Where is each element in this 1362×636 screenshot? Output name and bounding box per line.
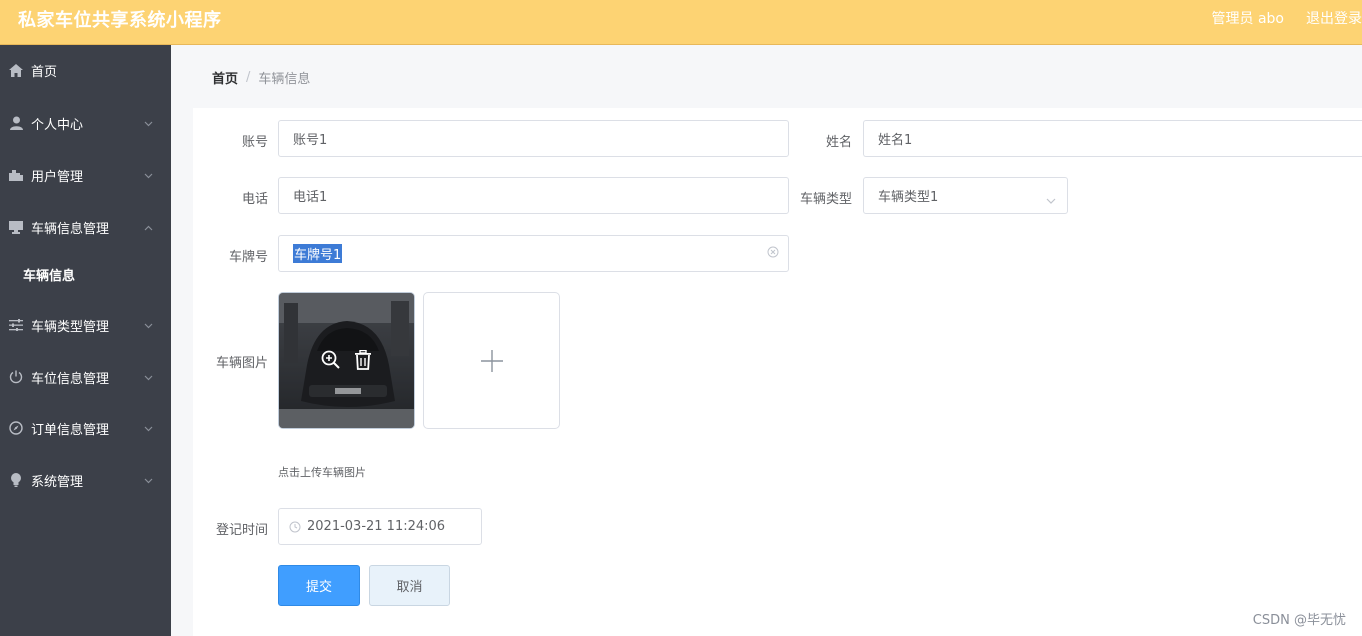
plate-label: 车牌号 — [228, 250, 268, 265]
account-label: 账号 — [241, 135, 268, 150]
chevron-up-icon — [144, 220, 153, 235]
cancel-button[interactable]: 取消 — [369, 565, 450, 606]
name-label: 姓名 — [825, 135, 852, 150]
sidebar-item-vehicle-info-management[interactable]: 车辆信息管理 — [0, 207, 171, 247]
chevron-down-icon — [144, 318, 153, 333]
sidebar: 首页 个人中心 用户管理 车辆信息管理 车辆信息 车辆类型管理 车位信息管理 订… — [0, 45, 171, 636]
bulb-icon — [9, 473, 23, 487]
register-time-label: 登记时间 — [215, 523, 268, 538]
chevron-down-icon — [144, 473, 153, 488]
upload-add-button[interactable] — [423, 292, 560, 429]
chevron-down-icon — [144, 168, 153, 183]
sidebar-item-parking-info-management[interactable]: 车位信息管理 — [0, 357, 171, 397]
plate-value: 车牌号1 — [293, 244, 343, 263]
sidebar-item-vehicle-type-management[interactable]: 车辆类型管理 — [0, 305, 171, 345]
sidebar-item-label: 车辆信息管理 — [31, 221, 110, 237]
chevron-down-icon — [144, 116, 153, 131]
account-input[interactable]: 账号1 — [278, 120, 789, 157]
name-input[interactable]: 姓名1 — [863, 120, 1362, 157]
phone-label: 电话 — [241, 192, 268, 207]
sidebar-item-system-management[interactable]: 系统管理 — [0, 460, 171, 500]
clock-icon — [289, 521, 301, 533]
vehicle-type-value: 车辆类型1 — [878, 190, 939, 205]
watermark: CSDN @毕无忧 — [1252, 613, 1346, 628]
users-icon — [9, 168, 23, 182]
app-title: 私家车位共享系统小程序 — [18, 10, 222, 31]
register-time-value: 2021-03-21 11:24:06 — [307, 519, 446, 534]
logout-link[interactable]: 退出登录 — [1306, 8, 1362, 28]
sidebar-item-label: 用户管理 — [31, 169, 84, 185]
plate-input[interactable]: 车牌号1 — [278, 235, 789, 272]
sidebar-item-label: 车位信息管理 — [31, 371, 110, 387]
phone-input[interactable]: 电话1 — [278, 177, 789, 214]
plus-icon — [481, 350, 503, 376]
clear-icon[interactable] — [767, 246, 779, 262]
sidebar-item-label: 个人中心 — [31, 117, 84, 133]
car-photo — [279, 293, 414, 428]
sidebar-subitem-vehicle-info[interactable]: 车辆信息 — [0, 254, 171, 294]
admin-name: 管理员 abo — [1211, 11, 1284, 27]
form-panel: 账号 账号1 姓名 姓名1 电话 电话1 车辆类型 车辆类型1 车牌号 车牌号1… — [193, 108, 1362, 636]
vehicle-image-thumbnail[interactable] — [278, 292, 415, 429]
vehicle-image-label: 车辆图片 — [215, 356, 268, 371]
zoom-in-icon[interactable] — [321, 350, 341, 374]
breadcrumb-home[interactable]: 首页 — [212, 68, 238, 87]
user-icon — [9, 116, 23, 130]
submit-button[interactable]: 提交 — [278, 565, 360, 606]
compass-icon — [9, 421, 23, 435]
sidebar-item-label: 订单信息管理 — [31, 422, 110, 438]
register-time-input[interactable]: 2021-03-21 11:24:06 — [278, 508, 482, 545]
sidebar-item-label: 车辆类型管理 — [31, 319, 110, 335]
delete-icon[interactable] — [354, 349, 372, 374]
power-icon — [9, 370, 23, 384]
sidebar-item-user-management[interactable]: 用户管理 — [0, 155, 171, 195]
home-icon — [9, 63, 23, 77]
sidebar-item-label: 系统管理 — [31, 474, 84, 490]
sidebar-item-personal-center[interactable]: 个人中心 — [0, 103, 171, 143]
sidebar-item-home[interactable]: 首页 — [0, 50, 171, 90]
monitor-icon — [9, 220, 23, 234]
chevron-down-icon — [1046, 193, 1056, 208]
chevron-down-icon — [144, 421, 153, 436]
sliders-icon — [9, 318, 23, 332]
vehicle-type-label: 车辆类型 — [799, 192, 852, 207]
breadcrumb-current: 车辆信息 — [258, 72, 311, 87]
top-header: 私家车位共享系统小程序 管理员 abo 退出登录 — [0, 0, 1362, 45]
main-content: 首页 / 车辆信息 账号 账号1 姓名 姓名1 电话 电话1 车辆类型 车辆类型… — [171, 45, 1362, 636]
sidebar-item-label: 首页 — [31, 64, 58, 80]
breadcrumb-separator: / — [246, 70, 251, 85]
upload-tip: 点击上传车辆图片 — [278, 466, 366, 479]
sidebar-item-order-info-management[interactable]: 订单信息管理 — [0, 408, 171, 448]
chevron-down-icon — [144, 370, 153, 385]
breadcrumb: 首页 / 车辆信息 — [212, 68, 310, 87]
vehicle-type-select[interactable]: 车辆类型1 — [863, 177, 1068, 214]
header-user-area: 管理员 abo 退出登录 — [1212, 8, 1362, 28]
